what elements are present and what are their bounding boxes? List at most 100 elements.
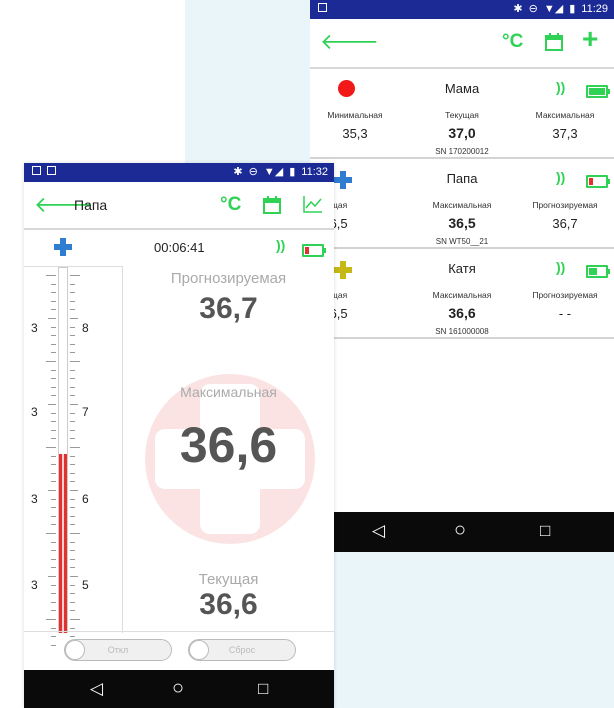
- max-label: Максимальная: [180, 384, 277, 400]
- notification-icon: [32, 166, 41, 175]
- person-name: Катя: [448, 261, 476, 276]
- detail-screen: ✱ ⊖ ▼◢ ▮ 11:32 🡐 Папа °C 00:06:41 )) 3 8…: [24, 163, 334, 708]
- scale-tick: [46, 619, 56, 620]
- scale-tick: [70, 352, 75, 354]
- scale-tick: [70, 438, 75, 440]
- scale-tick: [70, 550, 75, 552]
- max-value: 36,6: [448, 305, 476, 321]
- reset-toggle[interactable]: Сброс: [188, 639, 296, 661]
- scale-tick: [51, 481, 56, 483]
- predicted-value: - -: [558, 306, 572, 321]
- signal-icon: )): [556, 169, 566, 185]
- scale-tick: [70, 472, 75, 474]
- scale-tick: [70, 524, 75, 526]
- scale-tick: [70, 292, 75, 294]
- person-row-katya[interactable]: Катя )) кущая 36,5 Максимальная 36,6 Про…: [310, 249, 614, 339]
- thermometer-scale: 3 8 3 7 3 6 3 5: [24, 266, 123, 646]
- scale-tick: [51, 541, 56, 543]
- nav-back-icon[interactable]: ◁: [90, 679, 103, 699]
- bluetooth-icon: ✱: [233, 166, 243, 178]
- readings-panel: Прогнозируемая 36,7 Максимальная 36,6 Те…: [123, 266, 334, 632]
- scale-tick: [51, 584, 56, 586]
- scale-tick: [70, 309, 75, 311]
- scale-tick: [70, 584, 75, 586]
- scale-tick: [70, 447, 80, 448]
- arrow-left-icon[interactable]: 🡐: [320, 31, 379, 53]
- scale-tick: [70, 610, 75, 612]
- nav-bar: ◁ ○ □: [310, 512, 614, 552]
- dnd-icon: ⊖: [248, 166, 258, 178]
- scale-tick: [51, 343, 56, 345]
- scale-tick: [48, 318, 56, 319]
- nav-back-icon[interactable]: ◁: [372, 521, 385, 541]
- scale-tick: [51, 335, 56, 337]
- person-row-papa[interactable]: Папа )) кущая 36,5 Максимальная 36,5 Про…: [310, 159, 614, 249]
- scale-left-label: 3: [31, 578, 38, 592]
- scale-tick: [51, 550, 56, 552]
- max-value: 36,6: [179, 417, 278, 473]
- nav-recent-icon[interactable]: □: [258, 679, 268, 699]
- mercury-highlight: [62, 454, 64, 633]
- status-time: 11:29: [581, 2, 608, 15]
- scale-tick: [70, 369, 75, 371]
- scale-left-label: 3: [31, 405, 38, 419]
- scale-tick: [51, 292, 56, 294]
- scale-tick: [51, 515, 56, 517]
- scale-right-label: 7: [82, 405, 89, 419]
- current-value: 36,6: [199, 588, 258, 621]
- scale-tick: [51, 326, 56, 328]
- scale-tick: [51, 610, 56, 612]
- scale-tick: [70, 421, 75, 423]
- notification-icon: [47, 166, 56, 175]
- scale-tick: [70, 533, 80, 534]
- scale-tick: [70, 361, 80, 362]
- scale-tick: [70, 412, 75, 414]
- scale-tick: [70, 455, 75, 457]
- chart-icon[interactable]: [302, 194, 324, 218]
- plus-icon[interactable]: +: [582, 25, 598, 53]
- calendar-icon[interactable]: [262, 195, 282, 219]
- max-label: Максимальная: [432, 290, 492, 300]
- scale-tick: [70, 541, 75, 543]
- calendar-icon[interactable]: [544, 32, 564, 56]
- battery-status-icon: ▮: [569, 3, 576, 15]
- off-toggle-label: Откл: [107, 645, 129, 655]
- nav-home-icon[interactable]: ○: [172, 677, 184, 700]
- scale-right-label: 5: [82, 578, 89, 592]
- min-label: Минимальная: [327, 110, 383, 120]
- nav-recent-icon[interactable]: □: [540, 521, 550, 541]
- max-label: Максимальная: [432, 200, 492, 210]
- thermometer-celsius-icon[interactable]: °C: [220, 194, 241, 216]
- scale-tick: [70, 318, 78, 319]
- scale-tick: [46, 361, 56, 362]
- scale-tick: [70, 386, 75, 388]
- bluetooth-icon: ✱: [513, 3, 523, 15]
- signal-icon: )): [276, 237, 286, 253]
- battery-icon: [586, 85, 610, 98]
- scale-tick: [70, 464, 75, 466]
- wifi-signal-icon: ▼◢: [543, 3, 564, 15]
- scale-tick: [51, 386, 56, 388]
- serial-number: SN 170200012: [435, 147, 489, 156]
- scale-tick: [51, 636, 56, 638]
- scale-tick: [51, 558, 56, 560]
- scale-tick: [51, 412, 56, 414]
- scale-tick: [70, 567, 75, 569]
- app-bar: 🡐 Папа °C: [24, 182, 334, 230]
- scale-tick: [51, 472, 56, 474]
- scale-tick: [48, 576, 56, 577]
- off-toggle[interactable]: Откл: [64, 639, 172, 661]
- nav-home-icon[interactable]: ○: [454, 519, 466, 542]
- scale-tick: [70, 283, 75, 285]
- scale-tick: [46, 533, 56, 534]
- thermometer-celsius-icon[interactable]: °C: [502, 31, 523, 53]
- person-name: Папа: [446, 171, 478, 186]
- person-row-mama[interactable]: Мама )) Минимальная 35,3 Текущая 37,0 Ма…: [310, 69, 614, 159]
- signal-icon: )): [556, 79, 566, 95]
- status-time: 11:32: [301, 165, 328, 178]
- scale-tick: [51, 507, 56, 509]
- list-screen: ✱ ⊖ ▼◢ ▮ 11:29 🡐 °C + Мама )) Минимальна…: [310, 0, 614, 552]
- scale-tick: [70, 619, 80, 620]
- scale-tick: [46, 447, 56, 448]
- scale-tick: [51, 455, 56, 457]
